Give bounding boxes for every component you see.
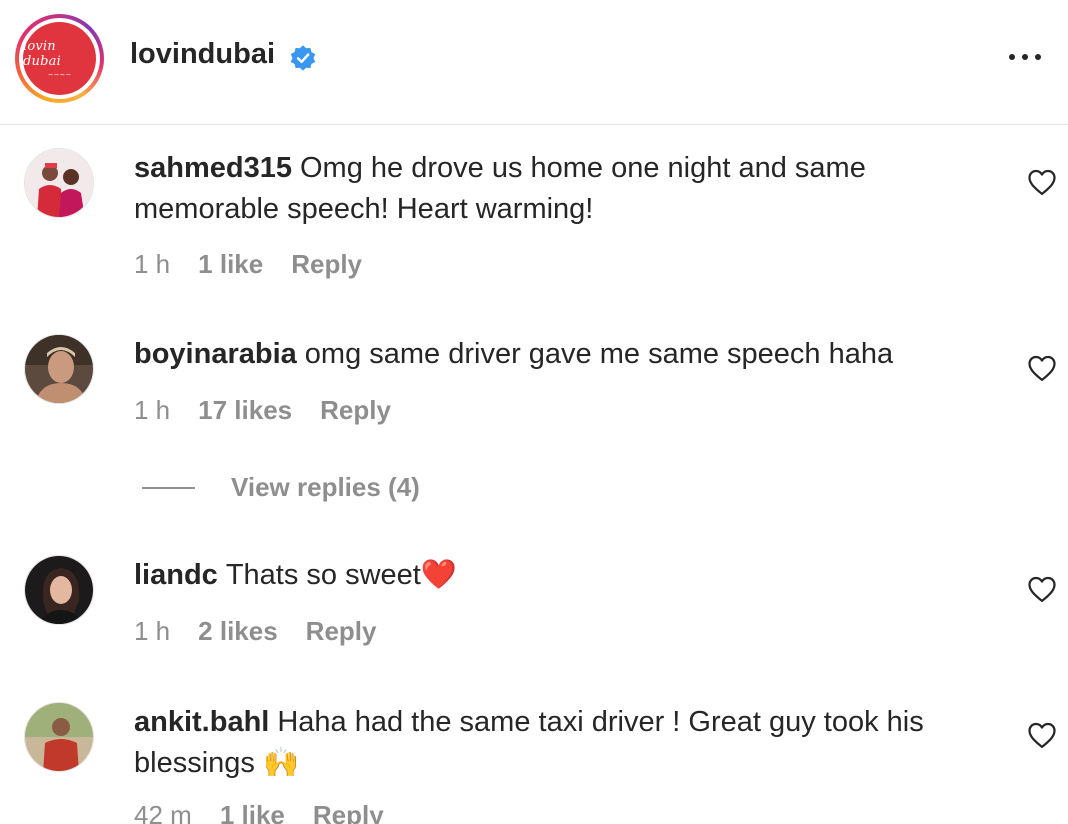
like-heart-icon[interactable] [1027,721,1057,749]
comment-meta: 1 h 1 like Reply [134,249,362,280]
comment-username[interactable]: boyinarabia [134,338,297,370]
dot-icon [1022,54,1028,60]
dot-icon [1035,54,1041,60]
heart-emoji: ❤️ [420,559,457,591]
comment-username[interactable]: liandc [134,559,218,591]
view-replies-label: View replies (4) [231,472,420,502]
avatar[interactable] [24,148,94,218]
comment-likes[interactable]: 1 like [220,800,285,824]
reply-button[interactable]: Reply [320,395,391,426]
dot-icon [1009,54,1015,60]
comment-timestamp[interactable]: 1 h [134,395,170,426]
avatar-image [25,703,93,771]
avatar[interactable] [24,334,94,404]
verified-badge-icon [290,45,316,71]
comment-username[interactable]: ankit.bahl [134,706,269,738]
avatar[interactable] [24,555,94,625]
comment-text: Thats so sweet [225,559,421,591]
divider-line [142,486,195,489]
profile-avatar[interactable]: lovin dubai ~~~~ [15,14,104,103]
like-heart-icon[interactable] [1027,354,1057,382]
reply-button[interactable]: Reply [313,800,384,824]
like-heart-icon[interactable] [1027,168,1057,196]
comment-meta: 1 h 2 likes Reply [134,616,376,647]
more-options-button[interactable] [1003,44,1047,70]
comments-panel: lovin dubai ~~~~ lovindubai sahmed315 Om… [0,0,1068,824]
comment-username[interactable]: sahmed315 [134,152,292,184]
comment-meta: 1 h 17 likes Reply [134,395,391,426]
profile-handle[interactable]: lovindubai [130,38,275,71]
avatar-image [25,556,93,624]
comment-likes[interactable]: 1 like [198,249,263,280]
comment-timestamp[interactable]: 1 h [134,249,170,280]
reply-button[interactable]: Reply [291,249,362,280]
reply-button[interactable]: Reply [306,616,377,647]
brand-logo: lovin dubai ~~~~ [23,22,96,95]
like-heart-icon[interactable] [1027,575,1057,603]
post-header: lovin dubai ~~~~ lovindubai [0,0,1068,125]
avatar-image [25,149,93,217]
comment-likes[interactable]: 2 likes [198,616,278,647]
comment-timestamp[interactable]: 42 m [134,800,192,824]
avatar[interactable] [24,702,94,772]
view-replies-button[interactable]: View replies (4) [142,472,420,503]
comment-timestamp[interactable]: 1 h [134,616,170,647]
comment-text: omg same driver gave me same speech haha [304,338,894,370]
comment-likes[interactable]: 17 likes [198,395,292,426]
comment-meta: 42 m 1 like Reply [134,800,384,824]
avatar-image [25,335,93,403]
